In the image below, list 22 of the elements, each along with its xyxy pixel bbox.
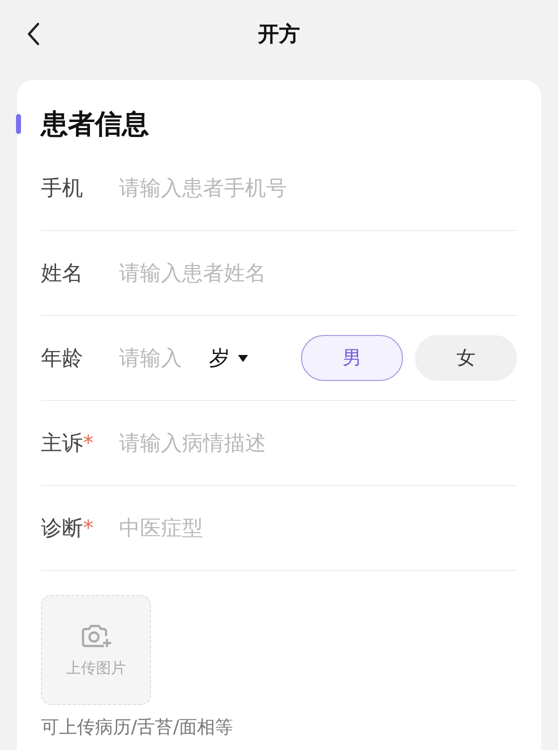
input-field[interactable]: 请输入患者手机号	[119, 176, 517, 200]
upload-hint: 可上传病历/舌苔/面相等	[41, 716, 234, 739]
field-label: 姓名	[41, 260, 83, 287]
required-mark: *	[83, 516, 94, 540]
page-title: 开方	[258, 21, 300, 48]
required-mark: *	[83, 431, 94, 455]
field-label: 诊断	[41, 515, 83, 542]
input-field[interactable]: 请输入患者姓名	[119, 261, 517, 285]
caret-icon	[238, 354, 248, 362]
field-label: 年龄	[41, 345, 83, 372]
gender-button[interactable]: 女	[415, 335, 517, 381]
section-title: 患者信息	[41, 108, 149, 142]
camera-icon	[80, 622, 112, 648]
accent-bar	[16, 114, 21, 134]
input-field[interactable]: 请输入病情描述	[119, 431, 517, 455]
field-label: 主诉	[41, 430, 83, 457]
age-field[interactable]: 请输入	[119, 346, 207, 370]
back-icon[interactable]	[26, 22, 40, 46]
gender-button[interactable]: 男	[301, 335, 403, 381]
input-field[interactable]: 中医症型	[119, 516, 517, 540]
field-label: 手机	[41, 175, 83, 202]
unit-dropdown[interactable]: 岁	[209, 344, 248, 372]
